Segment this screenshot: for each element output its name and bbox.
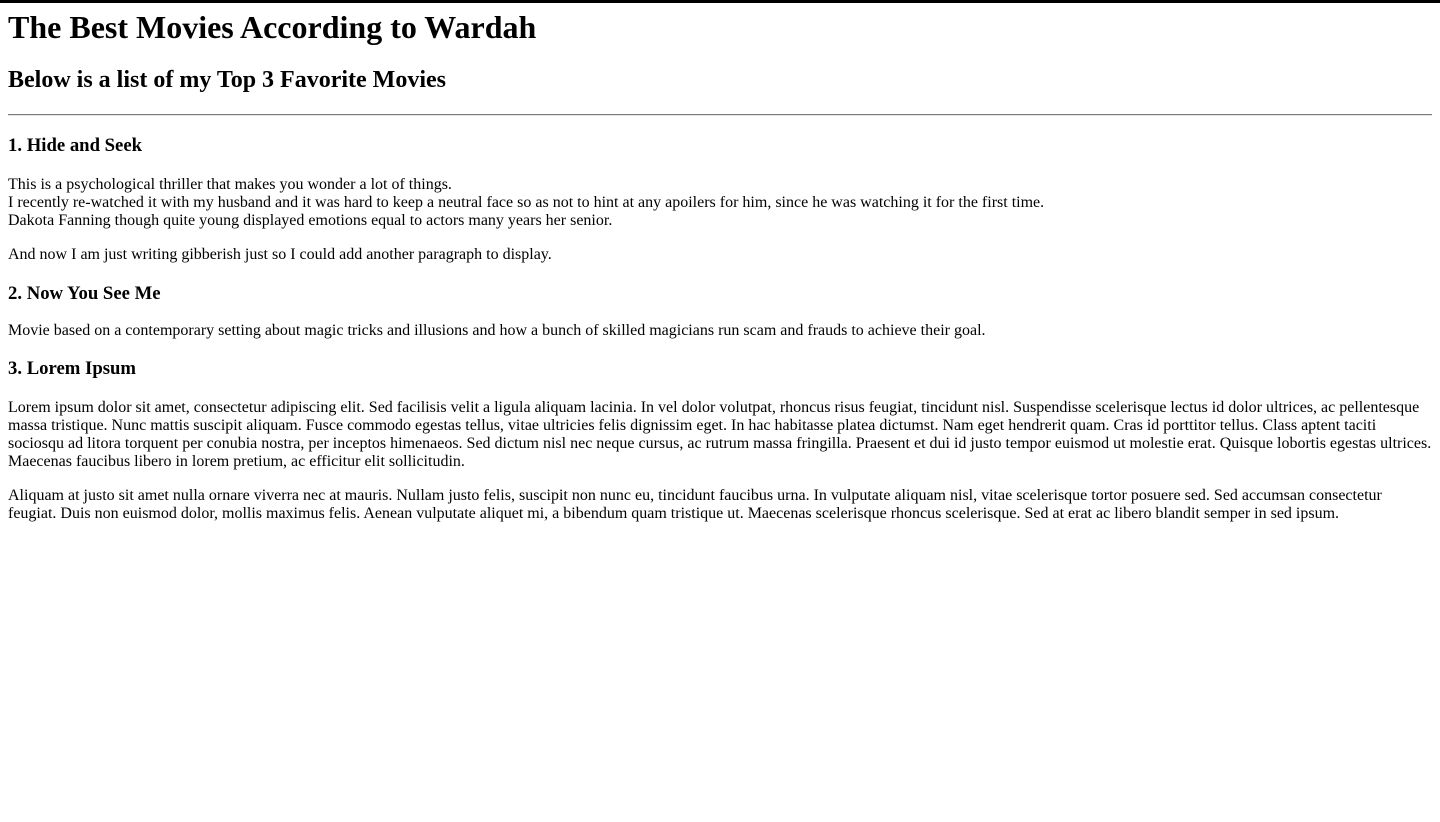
movie-3-paragraph-2: Aliquam at justo sit amet nulla ornare v… [8, 487, 1432, 523]
movie-1-paragraph-2-line-1: And now I am just writing gibberish just… [8, 246, 552, 263]
movie-1-paragraph-1-line-1: This is a psychological thriller that ma… [8, 176, 452, 193]
movie-2-paragraph-1-line-1: Movie based on a contemporary setting ab… [8, 322, 986, 339]
page-title: The Best Movies According to Wardah [8, 9, 537, 45]
movie-heading-1: 1. Hide and Seek [8, 135, 143, 156]
movie-3-paragraph-1: Lorem ipsum dolor sit amet, consectetur … [8, 399, 1432, 471]
page-content: The Best Movies According to Wardah Belo… [8, 0, 1432, 523]
movie-1-paragraph-2: And now I am just writing gibberish just… [8, 246, 1432, 264]
movie-heading-2: 2. Now You See Me [8, 283, 161, 304]
page-subtitle: Below is a list of my Top 3 Favorite Mov… [8, 67, 446, 93]
movie-heading-3: 3. Lorem Ipsum [8, 358, 136, 379]
divider [8, 114, 1432, 116]
movie-3-paragraph-2-text: Aliquam at justo sit amet nulla ornare v… [8, 487, 1382, 522]
movie-1-paragraph-1-line-2: I recently re-watched it with my husband… [8, 194, 1045, 211]
movie-2-paragraph-1: Movie based on a contemporary setting ab… [8, 322, 1432, 340]
movie-1-paragraph-1-line-3: Dakota Fanning though quite young displa… [8, 212, 613, 229]
movie-1-paragraph-1: This is a psychological thriller that ma… [8, 176, 1432, 230]
movie-3-paragraph-1-text: Lorem ipsum dolor sit amet, consectetur … [8, 399, 1432, 470]
